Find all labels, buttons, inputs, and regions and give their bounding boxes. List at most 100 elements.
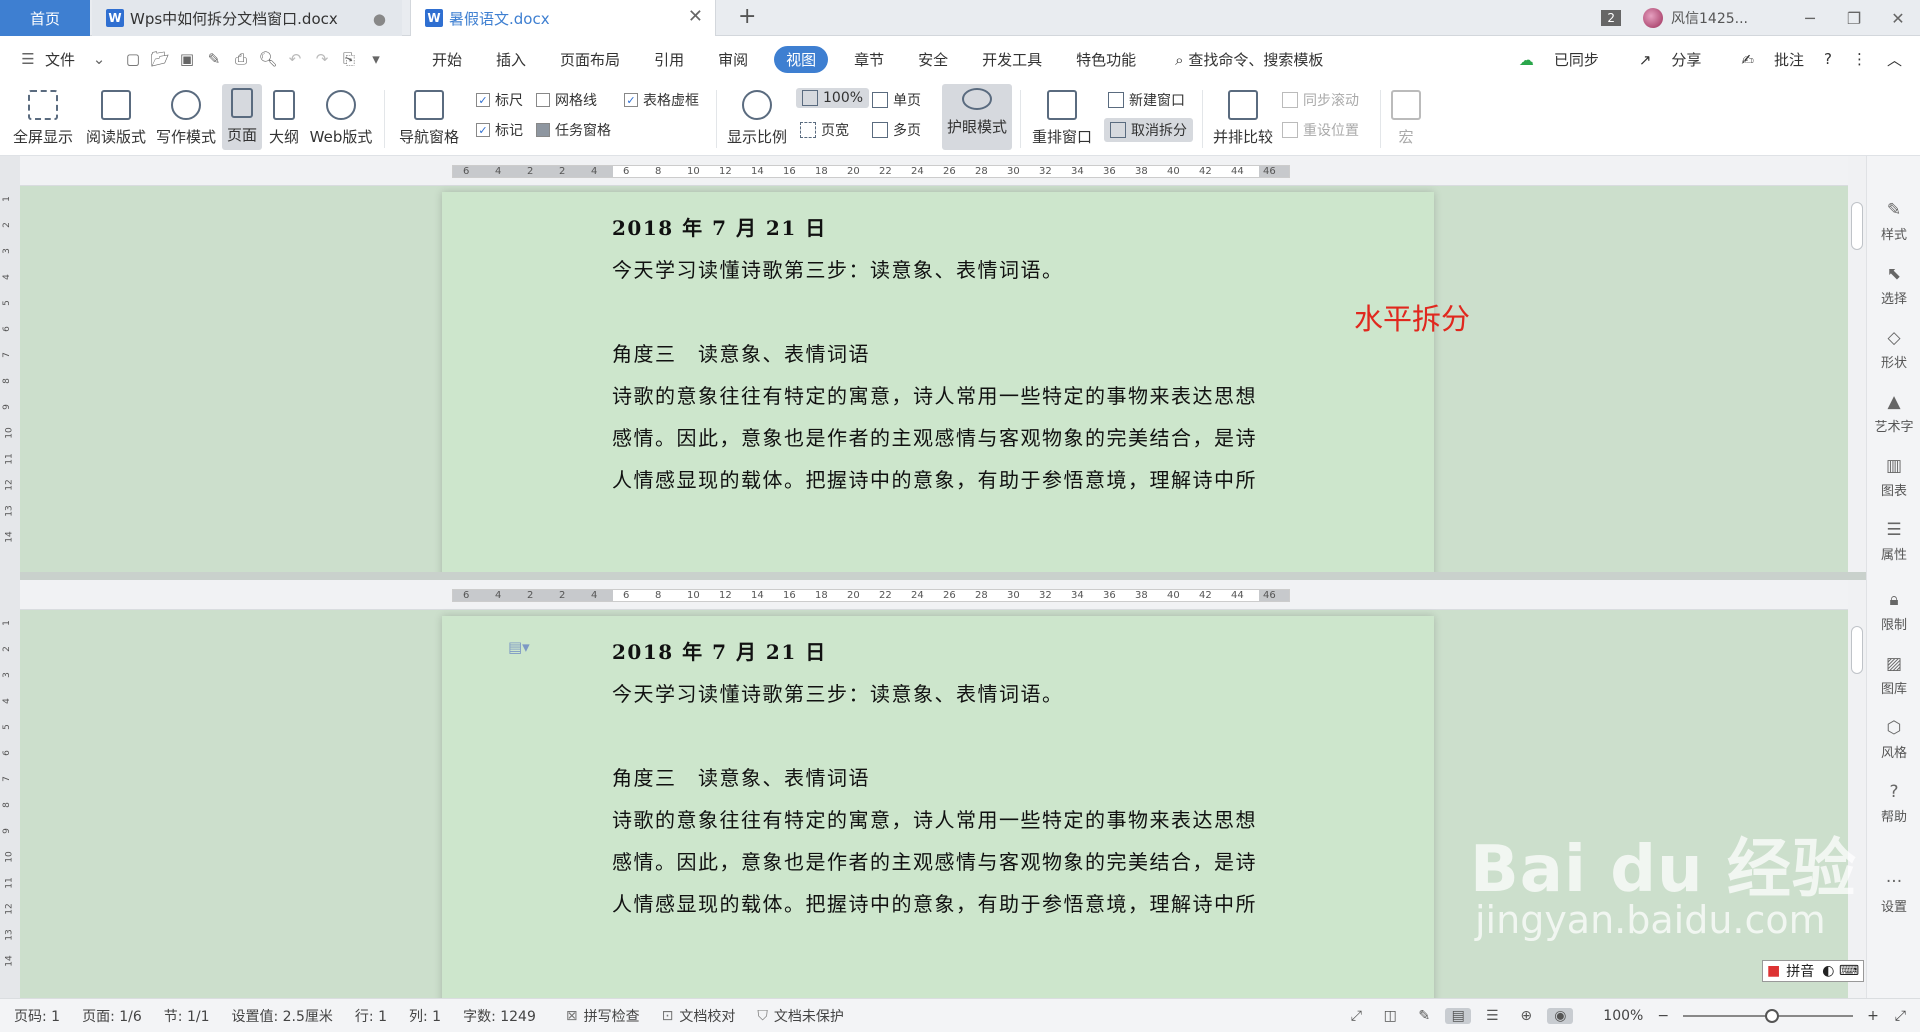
close-tab-icon[interactable]: ✕ <box>688 6 703 27</box>
tab-page-layout[interactable]: 页面布局 <box>560 46 620 73</box>
read-mode-icon[interactable]: ◫ <box>1377 1008 1403 1024</box>
share-button[interactable]: ↗ 分享 <box>1619 49 1702 70</box>
save-icon[interactable]: ▣ <box>177 50 197 68</box>
sidebar-item-shape[interactable]: ◇ 形状 <box>1867 328 1920 371</box>
sidebar-item-restrict[interactable]: 🔒︎ 限制 <box>1867 590 1920 633</box>
web-view-button[interactable]: Web版式 <box>306 86 376 147</box>
open-folder-icon[interactable]: 📂︎ <box>150 50 170 68</box>
print-preview-icon[interactable]: 🔍︎ <box>258 50 278 68</box>
single-page-button[interactable]: 单页 <box>872 90 921 110</box>
tab-review[interactable]: 审阅 <box>718 46 748 73</box>
side-by-side-button[interactable]: 并排比较 <box>1210 86 1276 147</box>
eye-care-icon[interactable]: ◉ <box>1547 1007 1574 1024</box>
tab-insert[interactable]: 插入 <box>496 46 526 73</box>
tab-view[interactable]: 视图 <box>774 45 829 73</box>
ime-toolbar[interactable]: ■ 拼音 ◐ ⌨ <box>1762 960 1865 982</box>
new-tab-button[interactable]: + <box>738 4 756 29</box>
write-mode-button[interactable]: 写作模式 <box>154 86 218 147</box>
spell-check-button[interactable]: ⊠ 拼写检查 <box>566 1006 640 1026</box>
status-words[interactable]: 字数: 1249 <box>463 1006 536 1026</box>
top-scrollbar[interactable] <box>1848 156 1866 572</box>
restore-icon[interactable]: ❐ <box>1832 9 1876 28</box>
read-mode-button[interactable]: 阅读版式 <box>84 86 148 147</box>
tab-references[interactable]: 引用 <box>654 46 684 73</box>
page-width-button[interactable]: 页宽 <box>800 120 849 140</box>
expand-icon[interactable]: ⤢ <box>1895 1008 1906 1024</box>
sidebar-item-chart[interactable]: ▥ 图表 <box>1867 456 1920 499</box>
zoom-out-icon[interactable]: − <box>1657 1008 1669 1024</box>
table-gridlines-checkbox[interactable]: ✓ 表格虚框 <box>624 90 699 110</box>
comment-button[interactable]: ✍ 批注 <box>1721 49 1804 70</box>
tab-chapter[interactable]: 章节 <box>854 46 884 73</box>
write-mode-icon[interactable]: ✎ <box>1411 1008 1437 1024</box>
sidebar-item-select[interactable]: ⬉ 选择 <box>1867 264 1920 307</box>
eye-care-button[interactable]: 护眼模式 <box>942 84 1012 150</box>
sync-scroll-button[interactable]: 同步滚动 <box>1282 90 1359 110</box>
tab-features[interactable]: 特色功能 <box>1076 46 1136 73</box>
status-page[interactable]: 页面: 1/6 <box>82 1006 142 1026</box>
undo-icon[interactable]: ↶ <box>285 50 305 68</box>
sidebar-item-theme[interactable]: ⬡ 风格 <box>1867 718 1920 761</box>
chevron-down-icon[interactable]: ⌄ <box>89 50 109 68</box>
rearrange-window-button[interactable]: 重排窗口 <box>1026 86 1098 147</box>
macro-button[interactable]: 宏 <box>1386 86 1426 147</box>
minimize-icon[interactable]: ─ <box>1788 9 1832 28</box>
zoom-level[interactable]: 100% <box>1603 1008 1643 1024</box>
close-window-icon[interactable]: ✕ <box>1876 9 1920 28</box>
scroll-thumb[interactable] <box>1851 202 1863 250</box>
paste-options-icon[interactable]: ▤▾ <box>508 638 530 656</box>
zoom-in-icon[interactable]: + <box>1867 1008 1879 1024</box>
zoom-100-button[interactable]: 100% <box>796 88 870 108</box>
command-search[interactable]: ⌕ 查找命令、搜索模板 <box>1175 49 1323 70</box>
tab-security[interactable]: 安全 <box>918 46 948 73</box>
marks-checkbox[interactable]: ✓ 标记 <box>476 120 523 140</box>
sidebar-item-properties[interactable]: ☰ 属性 <box>1867 520 1920 563</box>
help-icon[interactable]: ? <box>1824 50 1832 68</box>
split-divider[interactable] <box>20 572 1920 580</box>
multi-page-button[interactable]: 多页 <box>872 120 921 140</box>
zoom-ratio-button[interactable]: 显示比例 <box>724 86 790 147</box>
sidebar-item-help[interactable]: ? 帮助 <box>1867 782 1920 825</box>
tab-doc-summer-chinese[interactable]: W 暑假语文.docx ✕ <box>410 0 716 36</box>
new-doc-icon[interactable]: ▢ <box>123 50 143 68</box>
file-menu[interactable]: 文件 <box>45 49 75 70</box>
tab-start[interactable]: 开始 <box>432 46 462 73</box>
tab-home[interactable]: 首页 <box>0 0 90 36</box>
ruler-checkbox[interactable]: ✓ 标尺 <box>476 90 523 110</box>
outline-view-button[interactable]: 大纲 <box>266 86 302 147</box>
proofread-button[interactable]: ⊡ 文档校对 <box>662 1006 736 1026</box>
web-view-icon[interactable]: ⊕ <box>1513 1008 1539 1024</box>
window-count-badge[interactable]: 2 <box>1601 10 1622 26</box>
document-page[interactable]: 2018 年 7 月 21 日 今天学习读懂诗歌第三步：读意象、表情词语。 角度… <box>442 192 1434 572</box>
more-icon[interactable]: ⋮ <box>1852 50 1867 68</box>
horizontal-ruler[interactable]: 6 4 2 2 4 6 8 10 12 14 16 18 20 22 24 26 28 30 32 34 36 38 40 4… <box>20 580 1848 610</box>
sidebar-item-settings[interactable]: ··· 设置 <box>1867 872 1920 915</box>
collapse-ribbon-icon[interactable]: ︿ <box>1887 49 1902 70</box>
sidebar-item-style[interactable]: ✎ 样式 <box>1867 200 1920 243</box>
protect-button[interactable]: ⛉ 文档未保护 <box>757 1006 844 1026</box>
print-icon[interactable]: ⎙ <box>231 50 251 68</box>
fullscreen-icon[interactable]: ⤢ <box>1343 1008 1369 1024</box>
page-view-button[interactable]: 页面 <box>222 84 262 150</box>
document-page[interactable]: ▤▾ 2018 年 7 月 21 日 今天学习读懂诗歌第三步：读意象、表情词语。… <box>442 616 1434 998</box>
fullscreen-button[interactable]: 全屏显示 <box>12 86 74 147</box>
tab-developer[interactable]: 开发工具 <box>982 46 1042 73</box>
zoom-slider-knob[interactable] <box>1765 1008 1780 1023</box>
horizontal-ruler[interactable]: 6 4 2 2 4 6 8 10 12 14 16 18 20 22 24 26 28 30 32 34 36 38 40 4… <box>20 156 1848 186</box>
cancel-split-button[interactable]: 取消拆分 <box>1104 118 1193 142</box>
new-window-button[interactable]: 新建窗口 <box>1108 90 1185 110</box>
customize-toolbar-icon[interactable]: ▾ <box>366 50 386 68</box>
top-split-pane[interactable]: 6 4 2 2 4 6 8 10 12 14 16 18 20 22 24 26 28 30 32 34 36 38 40 4… <box>20 156 1848 572</box>
sync-button[interactable]: ☁ 已同步 <box>1499 49 1599 70</box>
tab-doc-split-window[interactable]: W Wps中如何拆分文档窗口.docx ● <box>92 0 402 36</box>
quick-print-icon[interactable]: ⎘ <box>339 50 359 68</box>
zoom-slider[interactable] <box>1683 1008 1854 1023</box>
scroll-thumb[interactable] <box>1851 626 1863 674</box>
hamburger-icon[interactable]: ☰ <box>18 50 38 68</box>
sidebar-item-wordart[interactable]: ▲ 艺术字 <box>1867 392 1920 435</box>
format-painter-icon[interactable]: ✎ <box>204 50 224 68</box>
nav-pane-button[interactable]: 导航窗格 <box>392 86 466 147</box>
redo-icon[interactable]: ↷ <box>312 50 332 68</box>
user-account[interactable]: 风信1425... <box>1643 8 1748 28</box>
sidebar-item-gallery[interactable]: ▨ 图库 <box>1867 654 1920 697</box>
